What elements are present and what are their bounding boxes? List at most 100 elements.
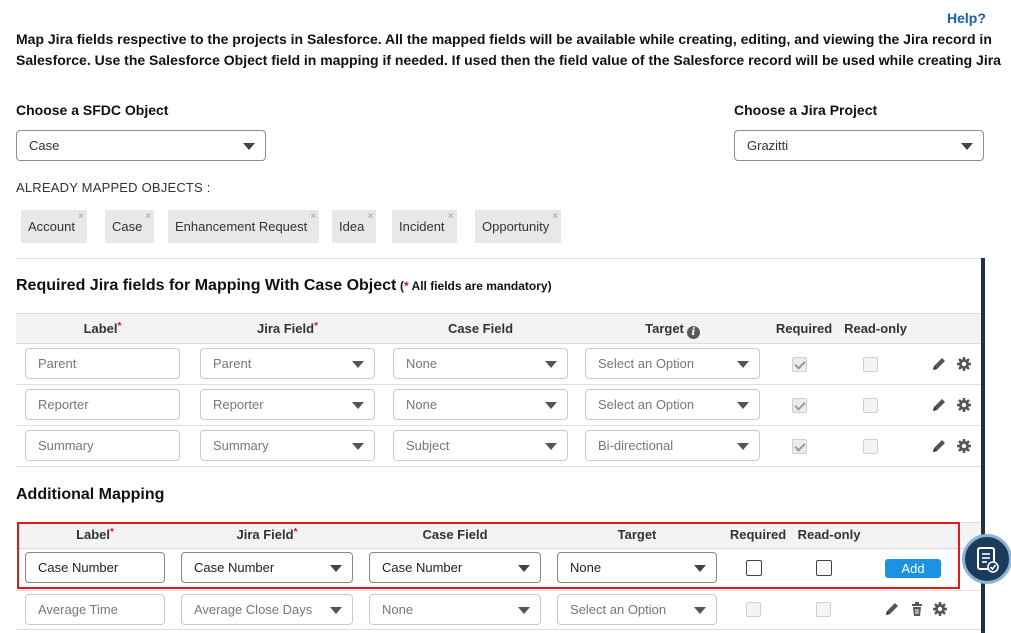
caret-down-icon: [545, 361, 557, 368]
row-divider: [16, 466, 981, 467]
label-input[interactable]: Average Time: [25, 594, 165, 625]
case-field-select[interactable]: None: [393, 389, 568, 420]
jira-project-select[interactable]: Grazitti: [734, 130, 984, 161]
new-read-only-checkbox[interactable]: [816, 560, 832, 576]
remove-chip-icon[interactable]: ×: [310, 200, 316, 233]
already-mapped-label: ALREADY MAPPED OBJECTS :: [16, 180, 211, 195]
read-only-checkbox[interactable]: [816, 602, 831, 617]
jira-field-select[interactable]: Reporter: [200, 389, 375, 420]
new-jira-field-select[interactable]: Case Number: [181, 552, 353, 583]
read-only-checkbox[interactable]: [863, 439, 878, 454]
column-header-jira-field: Jira Field*: [236, 527, 298, 542]
mandatory-note: (* All fields are mandatory): [399, 279, 552, 293]
required-section-heading: Required Jira fields for Mapping With Ca…: [16, 277, 552, 295]
select-value: None: [382, 602, 414, 617]
target-select[interactable]: Select an Option: [557, 594, 717, 625]
caret-down-icon: [737, 402, 749, 409]
new-target-select[interactable]: None: [557, 552, 717, 583]
caret-down-icon: [737, 443, 749, 450]
section-divider: [16, 258, 981, 259]
chip-label: Enhancement Request: [175, 219, 308, 234]
column-header-read-only: Read-only: [844, 321, 907, 336]
mapped-object-chip[interactable]: Idea ×: [332, 210, 377, 243]
delete-icon[interactable]: [909, 601, 925, 617]
column-header-label: Label*: [76, 527, 114, 542]
settings-icon[interactable]: [956, 397, 972, 413]
caret-down-icon: [518, 607, 530, 614]
settings-icon[interactable]: [956, 356, 972, 372]
case-field-select[interactable]: None: [393, 348, 568, 379]
target-select[interactable]: Select an Option: [585, 389, 760, 420]
jira-field-select[interactable]: Parent: [200, 348, 375, 379]
floating-action-button[interactable]: [962, 534, 1011, 584]
select-value: None: [570, 560, 602, 575]
caret-down-icon: [737, 361, 749, 368]
edit-icon[interactable]: [931, 356, 947, 372]
edit-icon[interactable]: [884, 601, 900, 617]
new-label-input[interactable]: Case Number: [25, 552, 165, 583]
mapped-object-chip[interactable]: Account ×: [21, 210, 87, 243]
help-link[interactable]: Help?: [947, 10, 986, 26]
select-value: None: [406, 356, 438, 371]
read-only-checkbox[interactable]: [863, 398, 878, 413]
required-section-title: Required Jira fields for Mapping With Ca…: [16, 277, 397, 294]
select-value: Select an Option: [570, 602, 667, 617]
mapped-object-chip[interactable]: Enhancement Request ×: [168, 210, 320, 243]
jira-project-value: Grazitti: [747, 138, 789, 153]
caret-down-icon: [694, 607, 706, 614]
info-icon[interactable]: i: [686, 326, 700, 339]
remove-chip-icon[interactable]: ×: [448, 200, 454, 233]
required-checkbox[interactable]: [792, 357, 807, 372]
remove-chip-icon[interactable]: ×: [146, 200, 152, 233]
case-field-select[interactable]: None: [369, 594, 541, 625]
column-header-required: Required: [729, 527, 787, 542]
caret-down-icon: [330, 565, 342, 572]
mapped-object-chip[interactable]: Incident ×: [392, 210, 457, 243]
column-header-target: Target: [617, 527, 657, 542]
target-select[interactable]: Bi-directional: [585, 430, 760, 461]
mapped-object-chip[interactable]: Case ×: [105, 210, 155, 243]
intro-line-1: Map Jira fields respective to the projec…: [16, 31, 992, 47]
label-input[interactable]: Parent: [25, 348, 180, 379]
case-field-select[interactable]: Subject: [393, 430, 568, 461]
select-value: None: [406, 397, 438, 412]
column-header-case-field: Case Field: [422, 527, 488, 542]
remove-chip-icon[interactable]: ×: [367, 200, 373, 233]
select-value: Average Close Days: [194, 602, 313, 617]
select-value: Bi-directional: [598, 438, 674, 453]
mapped-object-chip[interactable]: Opportunity ×: [475, 210, 562, 243]
jira-project-label: Choose a Jira Project: [734, 102, 878, 118]
column-header-target: Target i: [585, 321, 760, 339]
sfdc-object-label: Choose a SFDC Object: [16, 102, 169, 118]
remove-chip-icon[interactable]: ×: [78, 200, 84, 233]
edit-icon[interactable]: [931, 438, 947, 454]
caret-down-icon: [243, 143, 255, 150]
new-case-field-select[interactable]: Case Number: [369, 552, 541, 583]
label-input[interactable]: Reporter: [25, 389, 180, 420]
add-button[interactable]: Add: [885, 559, 941, 578]
caret-down-icon: [352, 402, 364, 409]
new-required-checkbox[interactable]: [746, 560, 762, 576]
column-header-required: Required: [775, 321, 833, 336]
select-value: Case Number: [382, 560, 463, 575]
select-value: Case Number: [194, 560, 275, 575]
select-value: Summary: [213, 438, 269, 453]
required-checkbox[interactable]: [746, 602, 761, 617]
required-checkbox[interactable]: [792, 439, 807, 454]
sfdc-object-select[interactable]: Case: [16, 130, 266, 161]
sfdc-object-value: Case: [29, 138, 60, 153]
jira-field-select[interactable]: Summary: [200, 430, 375, 461]
intro-line-2: Salesforce. Use the Salesforce Object fi…: [16, 52, 1001, 68]
edit-icon[interactable]: [931, 397, 947, 413]
required-checkbox[interactable]: [792, 398, 807, 413]
row-divider: [16, 629, 981, 630]
jira-field-select[interactable]: Average Close Days: [181, 594, 353, 625]
label-input[interactable]: Summary: [25, 430, 180, 461]
settings-icon[interactable]: [932, 601, 948, 617]
target-select[interactable]: Select an Option: [585, 348, 760, 379]
intro-text: Map Jira fields respective to the projec…: [16, 29, 1001, 71]
read-only-checkbox[interactable]: [863, 357, 878, 372]
remove-chip-icon[interactable]: ×: [552, 200, 558, 233]
settings-icon[interactable]: [956, 438, 972, 454]
caret-down-icon: [352, 361, 364, 368]
